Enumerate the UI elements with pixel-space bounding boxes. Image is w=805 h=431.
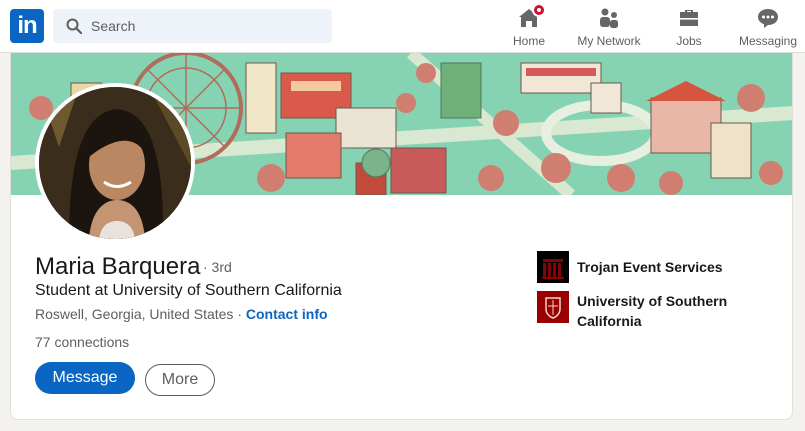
profile-headline: Student at University of Southern Califo…	[35, 282, 342, 299]
org-name: Trojan Event Services	[577, 259, 723, 275]
profile-location: Roswell, Georgia, United States	[35, 306, 234, 322]
nav-jobs[interactable]: Jobs	[669, 4, 709, 48]
nav-label: Messaging	[738, 34, 798, 48]
usc-seal-logo	[537, 291, 569, 323]
trojan-event-services-logo	[537, 251, 569, 283]
nav-label: Jobs	[676, 34, 702, 48]
search-bar[interactable]	[53, 9, 332, 43]
briefcase-icon	[677, 6, 701, 30]
nav-messaging[interactable]: Messaging	[735, 4, 801, 48]
message-button[interactable]: Message	[35, 362, 135, 394]
search-icon	[66, 18, 82, 34]
avatar-photo	[39, 87, 191, 239]
separator: ·	[237, 306, 242, 322]
linkedin-logo[interactable]: in	[10, 9, 44, 43]
notification-badge	[532, 3, 546, 17]
connections-count[interactable]: 77 connections	[35, 334, 129, 350]
home-icon	[517, 3, 546, 30]
more-button[interactable]: More	[145, 364, 215, 396]
profile-name: Maria Barquera	[35, 253, 201, 280]
nav-home[interactable]: Home	[507, 3, 551, 48]
messaging-icon	[756, 6, 780, 30]
connection-degree: · 3rd	[203, 259, 232, 275]
org-name: University of Southern California	[577, 293, 728, 329]
search-input[interactable]	[91, 9, 321, 43]
profile-card: Maria Barquera · 3rd Student at Universi…	[10, 53, 793, 420]
contact-info-link[interactable]: Contact info	[246, 306, 328, 322]
network-icon	[597, 6, 621, 30]
nav-label: Home	[512, 34, 545, 48]
profile-location-row: Roswell, Georgia, United States · Contac…	[35, 306, 328, 322]
global-nav: in Home My Network	[0, 0, 805, 53]
profile-photo[interactable]	[35, 83, 195, 243]
nav-label: My Network	[577, 34, 641, 48]
nav-my-network[interactable]: My Network	[573, 4, 645, 48]
